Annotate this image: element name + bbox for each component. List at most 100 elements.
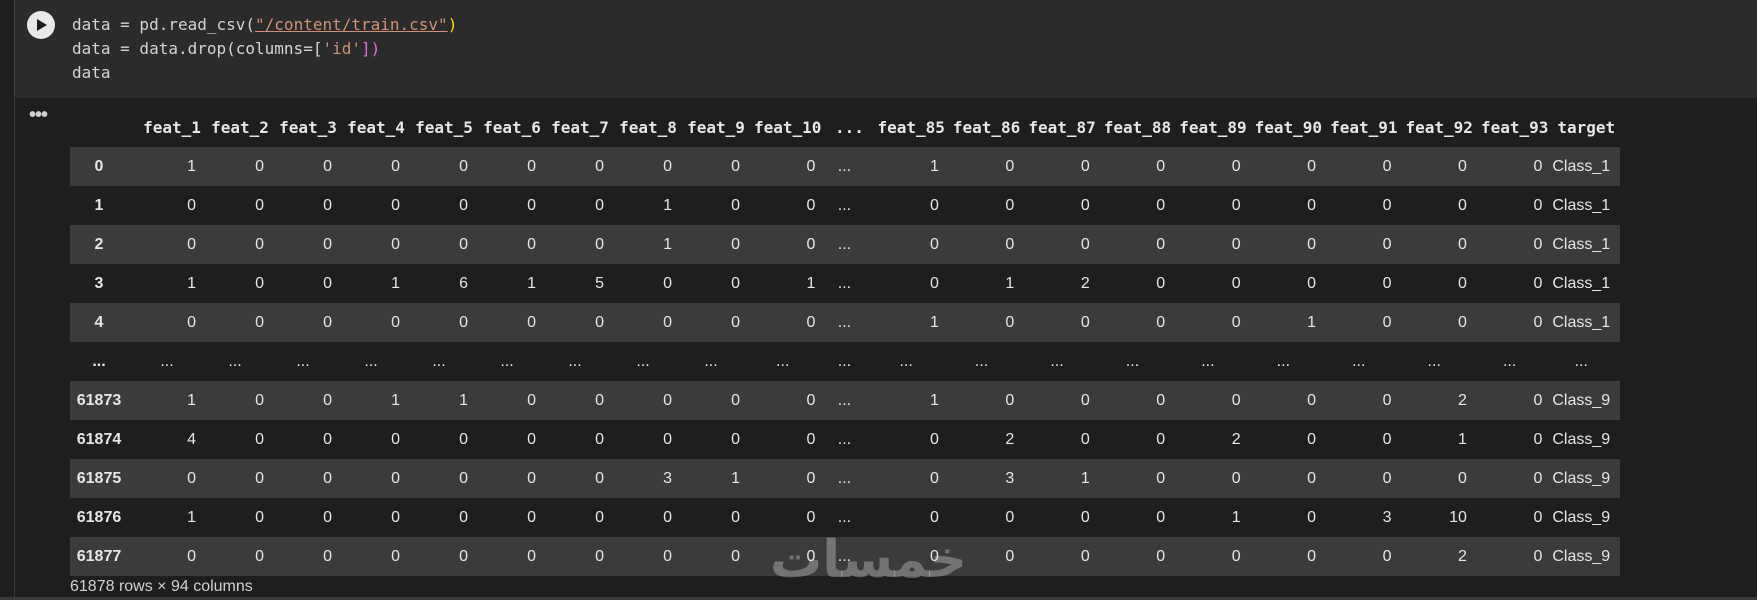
row-index: 3 [94, 274, 104, 292]
table-cell: 0 [929, 274, 939, 292]
table-cell: Class_9 [1552, 508, 1611, 526]
column-header: feat_4 [347, 118, 405, 137]
column-header: feat_93 [1480, 118, 1549, 137]
table-cell: 0 [1080, 430, 1090, 448]
table-cell: 0 [806, 469, 816, 487]
table-cell: 0 [929, 469, 939, 487]
table-row: 61875 0 0 0 0 0 0 0 3 1 0... 0 3 1 0 0 0 0 0 0 Class_9 [70, 459, 1621, 498]
watermark-logo: خمسات [770, 530, 968, 590]
table-cell: 0 [1080, 235, 1090, 253]
row-index: 61874 [76, 430, 122, 448]
table-cell: 0 [1382, 196, 1392, 214]
row-index: 61877 [76, 547, 122, 565]
more-horizontal-icon[interactable]: ••• [29, 104, 48, 127]
table-cell: 0 [527, 196, 536, 214]
table-cell: 0 [731, 313, 740, 331]
table-cell: ... [296, 352, 310, 370]
code-line-2-string: 'id' [322, 39, 361, 58]
table-cell: 0 [806, 430, 816, 448]
table-cell: ... [974, 352, 989, 370]
table-cell: 0 [595, 469, 604, 487]
table-cell: 0 [323, 469, 332, 487]
table-cell: 0 [391, 430, 400, 448]
table-cell: 0 [731, 547, 740, 565]
table-cell: 0 [459, 157, 468, 175]
table-cell: ... [899, 352, 913, 370]
table-cell: 0 [1231, 196, 1241, 214]
table-cell: ... [704, 352, 718, 370]
table-cell: ... [432, 352, 446, 370]
table-cell: 1 [731, 469, 740, 487]
row-index: 61875 [76, 469, 122, 487]
column-header: feat_6 [483, 118, 541, 137]
dataframe-shape: 61878 rows × 94 columns [70, 578, 253, 595]
table-cell: 0 [1307, 391, 1317, 409]
cell-output: ••• feat_1 feat_2 feat_3 feat_4 feat_5 feat_6… [15, 98, 1757, 597]
table-cell: 0 [1156, 391, 1166, 409]
table-cell: 0 [391, 508, 400, 526]
table-cell: 0 [595, 313, 604, 331]
table-cell: Class_1 [1552, 274, 1611, 292]
table-cell: 1 [391, 391, 400, 409]
table-cell: 0 [1005, 235, 1015, 253]
table-cell: 0 [1005, 196, 1015, 214]
table-cell: 0 [1156, 430, 1166, 448]
table-cell: 4 [187, 430, 196, 448]
play-icon [37, 19, 47, 31]
table-cell: 1 [1307, 313, 1317, 331]
table-cell: 0 [1382, 469, 1392, 487]
table-cell: Class_1 [1552, 157, 1611, 175]
table-row: ........................................… [70, 342, 1620, 381]
table-cell: 0 [1458, 157, 1467, 175]
table-cell: 0 [595, 391, 604, 409]
table-row: 61874 4 0 0 0 0 0 0 0 0 0... 0 2 0 0 2 0 0 1 0 Class_9 [70, 420, 1620, 459]
notebook-cell: data = pd.read_csv("/content/train.csv")… [14, 0, 1757, 597]
table-cell: 0 [1307, 547, 1317, 565]
code-text[interactable]: data = pd.read_csv("/content/train.csv")… [72, 13, 457, 85]
table-cell: Class_9 [1552, 430, 1611, 448]
table-cell: 0 [527, 235, 536, 253]
table-cell: 0 [459, 313, 468, 331]
table-cell: 0 [929, 196, 939, 214]
table-cell: 1 [187, 157, 196, 175]
table-cell: 0 [459, 547, 468, 565]
table-cell: 5 [595, 274, 604, 292]
table-cell: ... [500, 352, 514, 370]
column-header: feat_8 [619, 118, 677, 137]
table-cell: Class_1 [1552, 196, 1611, 214]
table-cell: 2 [1080, 274, 1090, 292]
column-header: feat_85 [877, 118, 945, 137]
table-cell: ... [776, 352, 790, 370]
row-index: 2 [94, 235, 104, 253]
table-cell: ... [1427, 352, 1441, 370]
table-cell: ... [1050, 352, 1064, 370]
table-cell: 0 [391, 235, 400, 253]
table-cell: 0 [255, 235, 264, 253]
table-cell: 1 [806, 274, 816, 292]
table-cell: Class_9 [1552, 469, 1611, 487]
table-cell: 0 [255, 430, 264, 448]
table-cell: 0 [527, 469, 536, 487]
table-cell: 0 [1382, 274, 1392, 292]
table-cell: 0 [459, 196, 468, 214]
column-header [70, 108, 138, 147]
table-cell: ... [837, 313, 852, 331]
table-header-row: feat_1 feat_2 feat_3 feat_4 feat_5 feat_6 feat… [70, 108, 1620, 147]
table-cell: 0 [1458, 469, 1467, 487]
table-cell: 2 [1231, 430, 1241, 448]
table-cell: 0 [595, 235, 604, 253]
table-cell: 0 [1382, 547, 1392, 565]
code-editor[interactable]: data = pd.read_csv("/content/train.csv")… [15, 0, 1757, 98]
table-cell: 0 [1156, 196, 1166, 214]
table-cell: 1 [1231, 508, 1241, 526]
table-cell: ... [837, 235, 852, 253]
table-cell: 0 [731, 157, 740, 175]
table-cell: 0 [255, 196, 264, 214]
table-cell: 0 [187, 469, 196, 487]
table-cell: 0 [1458, 196, 1467, 214]
table-cell: 0 [391, 196, 400, 214]
table-cell: 0 [731, 274, 740, 292]
column-header: target [1557, 118, 1616, 137]
table-cell: ... [228, 352, 242, 370]
run-cell-button[interactable] [27, 11, 55, 39]
